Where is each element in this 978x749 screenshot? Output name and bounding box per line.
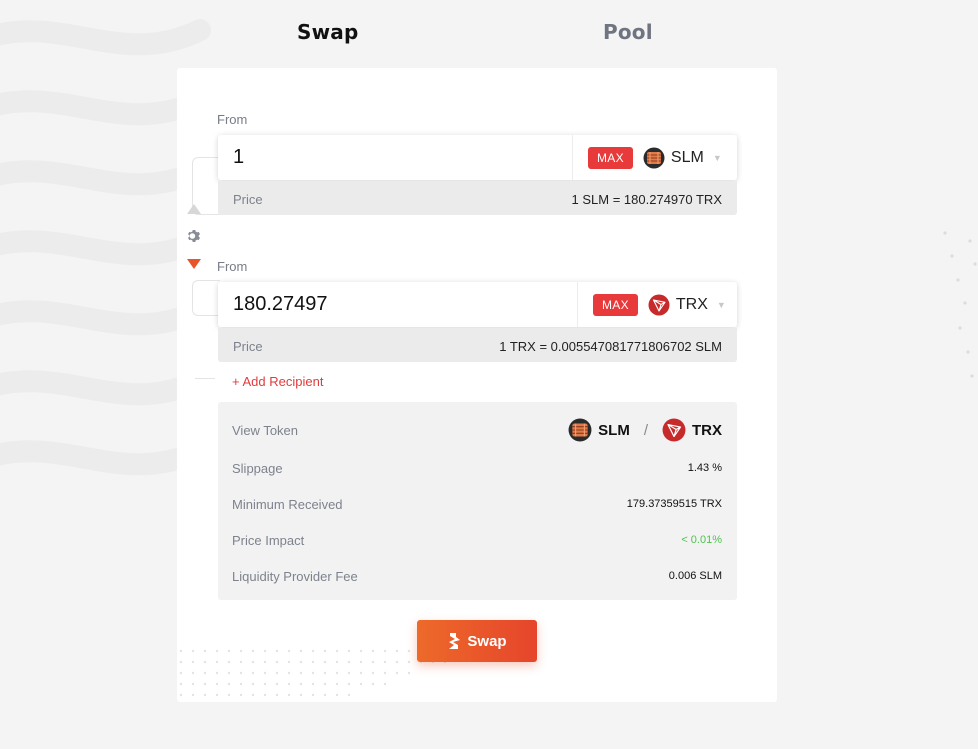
price-bar-bottom: Price 1 TRX = 0.005547081771806702 SLM (218, 328, 737, 362)
from-input-box-top: MAX SLM ▼ (218, 135, 737, 180)
trx-token-icon[interactable] (662, 418, 686, 442)
lp-fee-label: Liquidity Provider Fee (232, 568, 358, 584)
swap-button[interactable]: Swap (417, 620, 537, 662)
price-impact-row: Price Impact < 0.01% (232, 531, 722, 549)
lp-fee-value: 0.006 SLM (668, 570, 722, 582)
swap-button-label: Swap (467, 632, 507, 650)
price-impact-label: Price Impact (232, 532, 305, 548)
gear-icon[interactable] (186, 228, 202, 244)
price-value-bottom: 1 TRX = 0.005547081771806702 SLM (499, 338, 722, 354)
slippage-row: Slippage 1.43 % (232, 459, 722, 477)
slippage-value: 1.43 % (687, 462, 722, 474)
tab-pool[interactable]: Pool (603, 20, 653, 44)
price-label-top: Price (233, 191, 263, 207)
token-name-top: SLM (670, 148, 704, 166)
min-received-row: Minimum Received 179.37359515 TRX (232, 495, 722, 513)
from-label-bottom: From (217, 259, 248, 274)
from-label-top: From (217, 112, 248, 127)
amount-input-bottom[interactable] (218, 282, 568, 327)
view-token-trx[interactable]: TRX (692, 422, 722, 439)
token-name-bottom: TRX (675, 295, 708, 313)
add-recipient-link[interactable]: + Add Recipient (232, 374, 323, 389)
max-button-bottom[interactable]: MAX (593, 293, 638, 316)
swap-logo-icon (449, 633, 461, 649)
slm-token-icon[interactable] (568, 418, 592, 442)
token-select-top[interactable]: SLM ▼ (643, 147, 732, 169)
swap-info-panel: View Token SLM / TRX Slippage 1.43 % Min… (218, 402, 737, 600)
from-input-box-bottom: MAX TRX ▼ (218, 282, 737, 327)
min-received-label: Minimum Received (232, 496, 343, 512)
slippage-label: Slippage (232, 460, 283, 476)
arrow-up-icon (187, 204, 201, 214)
swap-direction-arrow-icon[interactable] (187, 259, 201, 269)
price-bar-top: Price 1 SLM = 180.274970 TRX (218, 181, 737, 215)
token-area-bottom: MAX TRX ▼ (577, 282, 737, 327)
tab-swap[interactable]: Swap (297, 20, 359, 44)
rail-connector (195, 378, 215, 379)
price-label-bottom: Price (233, 338, 263, 354)
min-received-value: 179.37359515 TRX (626, 498, 722, 510)
token-area-top: MAX SLM ▼ (572, 135, 737, 180)
price-value-top: 1 SLM = 180.274970 TRX (571, 191, 722, 207)
rail-bottom (192, 280, 220, 316)
price-impact-value: < 0.01% (681, 534, 722, 546)
max-button-top[interactable]: MAX (588, 146, 633, 169)
view-token-slm[interactable]: SLM (598, 422, 630, 439)
view-token-separator: / (643, 421, 648, 439)
chevron-down-icon: ▼ (716, 299, 726, 310)
trx-token-icon (648, 294, 670, 315)
top-tabs: Swap Pool (0, 20, 978, 50)
chevron-down-icon: ▼ (712, 152, 722, 163)
slm-token-icon (643, 147, 665, 168)
lp-fee-row: Liquidity Provider Fee 0.006 SLM (232, 567, 722, 585)
view-token-pair: SLM / TRX (568, 418, 722, 442)
amount-input-top[interactable] (218, 135, 568, 180)
view-token-label: View Token (232, 422, 299, 438)
view-token-row: View Token SLM / TRX (232, 418, 722, 442)
token-select-bottom[interactable]: TRX ▼ (648, 294, 736, 316)
